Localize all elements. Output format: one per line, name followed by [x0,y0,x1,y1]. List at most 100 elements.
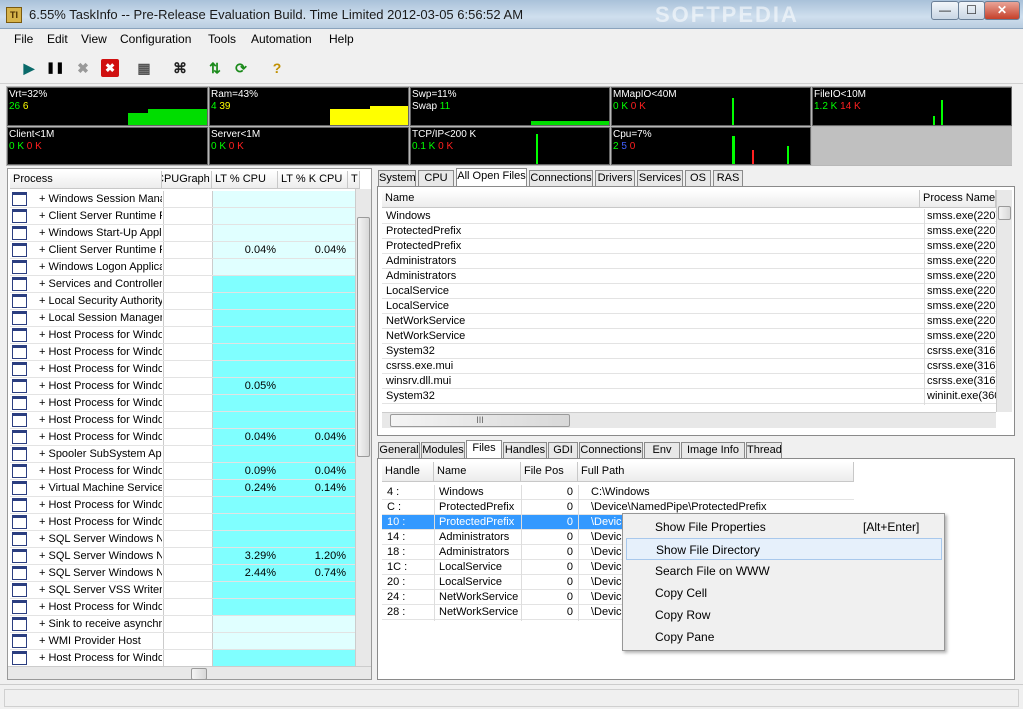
process-row[interactable]: + Host Process for Windo [10,412,355,429]
menu-item-copy-pane[interactable]: Copy Pane [626,626,942,648]
file-row[interactable]: winsrv.dll.mui csrss.exe(316) [382,374,996,390]
swp-graph[interactable]: Swp=11% Swap 11 [410,87,610,126]
menu-configuration[interactable]: Configuration [120,32,191,46]
process-row[interactable]: + Host Process for Windo [10,344,355,361]
play-icon[interactable]: ▶ [20,59,38,77]
file-row[interactable]: Administrators smss.exe(220) [382,269,996,285]
menu-automation[interactable]: Automation [251,32,312,46]
process-row[interactable]: + SQL Server VSS Writer [10,582,355,599]
binoculars-icon[interactable]: ⌘ [171,59,189,77]
tab-modules[interactable]: Modules [421,442,465,459]
process-row[interactable]: + Local Security Authority [10,293,355,310]
menu-tools[interactable]: Tools [208,32,236,46]
vrt-graph[interactable]: Vrt=32% 26 6 [7,87,208,126]
minimize-button[interactable]: — [931,1,959,20]
process-row[interactable]: + Client Server Runtime P 0.04% 0.04% [10,242,355,259]
files-vscroll-thumb[interactable] [998,206,1011,220]
files-hscroll-thumb[interactable]: III [390,414,570,427]
process-row[interactable]: + Virtual Machine Service 0.24% 0.14% [10,480,355,497]
process-row[interactable]: + Host Process for Windo [10,497,355,514]
process-row[interactable]: + Spooler SubSystem App [10,446,355,463]
process-row[interactable]: + Client Server Runtime P [10,208,355,225]
file-row[interactable]: Windows smss.exe(220) [382,209,996,225]
tab-thread[interactable]: Thread [746,442,782,459]
kill-icon[interactable]: ✖ [101,59,119,77]
tab-drivers[interactable]: Drivers [595,170,635,187]
properties-icon[interactable]: ▦ [135,59,153,77]
process-row[interactable]: + Host Process for Windo 0.09% 0.04% [10,463,355,480]
tab-image-info[interactable]: Image Info [681,442,745,459]
server-graph[interactable]: Server<1M 0 K 0 K [209,127,409,165]
file-row[interactable]: LocalService smss.exe(220) [382,284,996,300]
process-row[interactable]: + Host Process for Windo [10,361,355,378]
col-file-pos[interactable]: File Pos [521,462,578,482]
col-handle-name[interactable]: Name [434,462,521,482]
col-cpugraph[interactable]: CPUGraph [162,171,212,189]
menu-item-copy-cell[interactable]: Copy Cell [626,582,942,604]
col-process[interactable]: Process [10,171,162,189]
tab-connections[interactable]: Connections [529,170,593,187]
process-hscroll-thumb[interactable] [191,668,207,679]
process-row[interactable]: + Host Process for Windo [10,514,355,531]
file-row[interactable]: NetWorkService smss.exe(220) [382,314,996,330]
process-row[interactable]: + Host Process for Windo [10,650,355,667]
close-button[interactable]: ✕ [984,1,1020,20]
menu-file[interactable]: File [14,32,33,46]
col-lt-k-cpu[interactable]: LT % K CPU [278,171,348,189]
process-row[interactable]: + Host Process for Windo [10,395,355,412]
tcpip-graph[interactable]: TCP/IP<200 K 0.1 K 0 K [410,127,610,165]
col-process-name[interactable]: Process Name [920,190,996,208]
col-full-path[interactable]: Full Path [578,462,854,482]
tab-ras[interactable]: RAS [713,170,743,187]
tab-files[interactable]: Files [466,440,502,459]
maximize-button[interactable]: ☐ [958,1,985,20]
ram-graph[interactable]: Ram=43% 4 39 [209,87,409,126]
files-vscroll[interactable] [996,190,1012,412]
col-handle[interactable]: Handle [382,462,434,482]
tab-handles[interactable]: Handles [503,442,547,459]
file-row[interactable]: NetWorkService smss.exe(220) [382,329,996,345]
process-hscroll[interactable] [8,666,371,679]
process-row[interactable]: + Local Session Manager [10,310,355,327]
process-row[interactable]: + Host Process for Windo [10,599,355,616]
file-row[interactable]: LocalService smss.exe(220) [382,299,996,315]
process-row[interactable]: + SQL Server Windows N 2.44% 0.74% [10,565,355,582]
process-vscroll[interactable] [355,189,371,666]
process-row[interactable]: + SQL Server Windows N 3.29% 1.20% [10,548,355,565]
file-row[interactable]: csrss.exe.mui csrss.exe(316) [382,359,996,375]
process-row[interactable]: + SQL Server Windows N [10,531,355,548]
file-row[interactable]: ProtectedPrefix smss.exe(220) [382,224,996,240]
tab-gdi[interactable]: GDI [548,442,578,459]
tab-os[interactable]: OS [685,170,711,187]
tab-env[interactable]: Env [644,442,680,459]
title-bar[interactable]: TI 6.55% TaskInfo -- Pre-Release Evaluat… [0,0,1023,29]
process-row[interactable]: + Windows Session Mana [10,191,355,208]
stop-icon[interactable]: ✖ [74,59,92,77]
process-row[interactable]: + Host Process for Windo [10,327,355,344]
tab-cpu[interactable]: CPU [418,170,454,187]
process-row[interactable]: + Windows Logon Applica [10,259,355,276]
menu-item-search-file-on-www[interactable]: Search File on WWW [626,560,942,582]
process-row[interactable]: + WMI Provider Host [10,633,355,650]
col-lt-cpu[interactable]: LT % CPU [212,171,278,189]
menu-view[interactable]: View [81,32,107,46]
col-t[interactable]: T [348,171,360,189]
client-graph[interactable]: Client<1M 0 K 0 K [7,127,208,165]
menu-item-copy-row[interactable]: Copy Row [626,604,942,626]
pause-icon[interactable]: ❚❚ [46,59,64,77]
tab-system[interactable]: System [378,170,416,187]
help-icon[interactable]: ? [268,59,286,77]
fileio-graph[interactable]: FileIO<10M 1.2 K 14 K [812,87,1012,126]
process-row[interactable]: + Sink to receive asynchr [10,616,355,633]
file-row[interactable]: System32 wininit.exe(360 [382,389,996,405]
process-row[interactable]: + Host Process for Windo 0.05% [10,378,355,395]
file-row[interactable]: ProtectedPrefix smss.exe(220) [382,239,996,255]
refresh-icon[interactable]: ⟳ [232,59,250,77]
process-vscroll-thumb[interactable] [357,217,370,457]
process-row[interactable]: + Services and Controller [10,276,355,293]
mmapio-graph[interactable]: MMapIO<40M 0 K 0 K [611,87,811,126]
menu-item-show-file-directory[interactable]: Show File Directory [626,538,942,560]
handle-row[interactable]: 4 : Windows 0 C:\Windows [382,485,854,501]
tab-general[interactable]: General [378,442,420,459]
refresh-swap-icon[interactable]: ⇅ [206,59,224,77]
